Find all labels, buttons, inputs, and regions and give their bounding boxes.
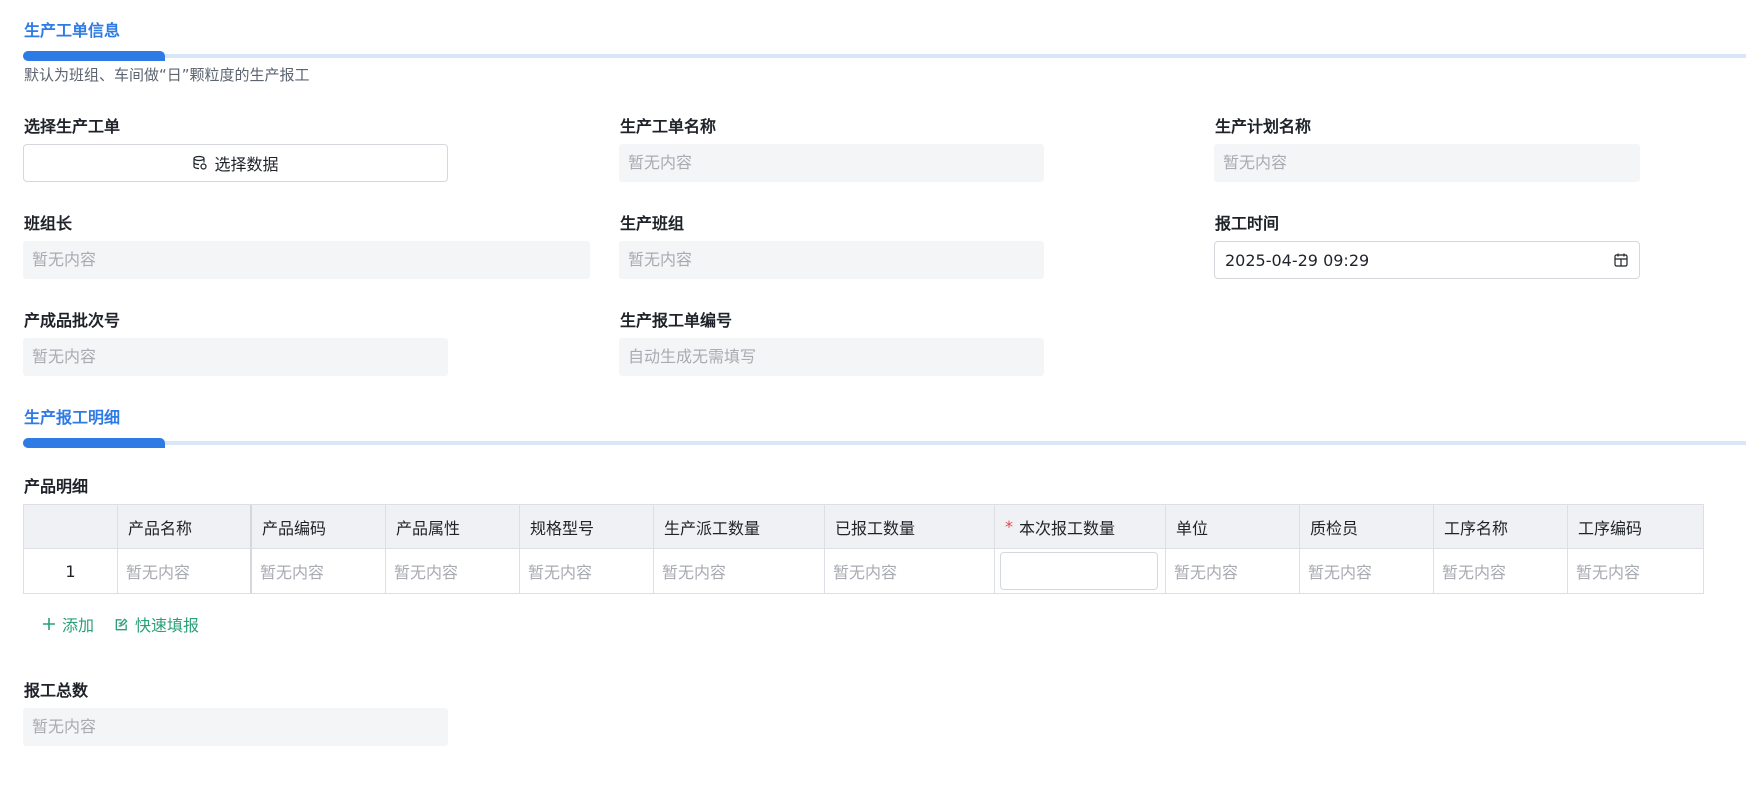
cell-reported-qty: 暂无内容 — [825, 549, 995, 593]
plan-name-field[interactable]: 暂无内容 — [1214, 144, 1640, 182]
batch-field[interactable]: 暂无内容 — [23, 338, 448, 376]
team-leader-label: 班组长 — [24, 214, 73, 233]
product-details-table: 产品名称 产品编码 产品属性 规格型号 生产派工数量 已报工数量 * 本次报工数… — [23, 504, 1704, 594]
column-header-unit: 单位 — [1166, 505, 1300, 548]
cell-product-name[interactable]: 暂无内容 — [118, 549, 252, 593]
cell-process-code: 暂无内容 — [1576, 563, 1641, 582]
column-header-inspector: 质检员 — [1300, 505, 1434, 548]
cell-current-qty — [995, 549, 1166, 593]
quick-fill-label: 快速填报 — [135, 616, 200, 635]
plan-name-label: 生产计划名称 — [1215, 117, 1312, 136]
plus-icon — [43, 618, 55, 630]
column-header-spec: 规格型号 — [520, 505, 654, 548]
cell-process-name: 暂无内容 — [1434, 549, 1568, 593]
cell-inspector[interactable]: 暂无内容 — [1300, 549, 1434, 593]
order-name-label: 生产工单名称 — [620, 117, 717, 136]
production-report-form: 生产工单信息 默认为班组、车间做“日”颗粒度的生产报工 选择生产工单 选择数据 … — [0, 0, 1746, 792]
column-header-product-code: 产品编码 — [252, 505, 386, 548]
required-mark: * — [1005, 517, 1013, 536]
section-title-order-info: 生产工单信息 — [24, 21, 121, 40]
section-description: 默认为班组、车间做“日”颗粒度的生产报工 — [24, 66, 310, 84]
team-label: 生产班组 — [620, 214, 685, 233]
batch-label: 产成品批次号 — [24, 311, 121, 330]
database-icon — [193, 155, 208, 170]
total-label: 报工总数 — [24, 681, 89, 700]
select-data-label: 选择数据 — [214, 155, 279, 174]
column-header-process-name: 工序名称 — [1434, 505, 1568, 548]
select-data-button[interactable]: 选择数据 — [23, 144, 448, 182]
report-time-label: 报工时间 — [1215, 214, 1280, 233]
cell-dispatch-qty: 暂无内容 — [654, 549, 825, 593]
section-divider — [23, 438, 1746, 448]
table-actions: 添加 快速填报 — [42, 612, 199, 636]
report-no-field: 自动生成无需填写 — [619, 338, 1044, 376]
column-header-index — [24, 505, 118, 548]
order-name-field[interactable]: 暂无内容 — [619, 144, 1044, 182]
report-no-label: 生产报工单编号 — [620, 311, 733, 330]
edit-form-icon — [115, 617, 128, 630]
table-row: 1 暂无内容 暂无内容 暂无内容 暂无内容 暂无内容 暂无内容 暂无内容 暂无内… — [24, 548, 1703, 593]
report-time-picker[interactable]: 2025-04-29 09:29 — [1214, 241, 1640, 279]
section-accent — [23, 51, 165, 61]
column-header-reported-qty: 已报工数量 — [825, 505, 995, 548]
section-title-report-details: 生产报工明细 — [24, 408, 121, 427]
section-accent — [23, 438, 165, 448]
column-header-process-code: 工序编码 — [1578, 518, 1643, 538]
quick-fill-button[interactable]: 快速填报 — [114, 612, 199, 636]
product-details-label: 产品明细 — [24, 477, 89, 496]
cell-spec: 暂无内容 — [520, 549, 654, 593]
current-qty-header-label: 本次报工数量 — [1019, 518, 1116, 538]
select-order-label: 选择生产工单 — [24, 117, 121, 136]
column-header-product-name: 产品名称 — [118, 505, 252, 548]
table-header-row: 产品名称 产品编码 产品属性 规格型号 生产派工数量 已报工数量 * 本次报工数… — [24, 505, 1703, 548]
column-header-dispatch-qty: 生产派工数量 — [654, 505, 825, 548]
column-header-product-attr: 产品属性 — [386, 505, 520, 548]
cell-product-attr: 暂无内容 — [386, 549, 520, 593]
column-header-current-qty: * 本次报工数量 — [995, 505, 1166, 548]
team-field[interactable]: 暂无内容 — [619, 241, 1044, 279]
section-divider — [23, 51, 1746, 61]
team-leader-field[interactable]: 暂无内容 — [23, 241, 590, 279]
row-index: 1 — [24, 549, 118, 593]
add-row-button[interactable]: 添加 — [42, 612, 94, 636]
total-field: 暂无内容 — [23, 708, 448, 746]
add-row-label: 添加 — [62, 616, 95, 635]
cell-unit: 暂无内容 — [1166, 549, 1300, 593]
current-qty-input[interactable] — [1000, 552, 1158, 590]
report-time-value: 2025-04-29 09:29 — [1225, 250, 1370, 270]
calendar-icon[interactable] — [1613, 252, 1629, 268]
cell-product-code: 暂无内容 — [252, 549, 386, 593]
